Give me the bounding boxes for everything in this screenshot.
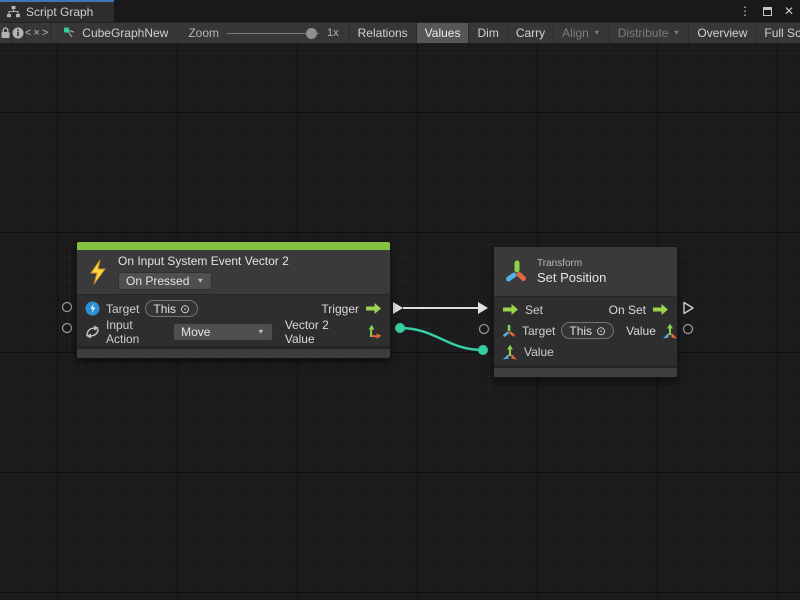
toolbar-button-carry[interactable]: Carry (508, 23, 554, 43)
info-button[interactable] (12, 23, 25, 43)
object-picker-icon: ⊙ (180, 302, 190, 316)
trigger-output-label: Trigger (321, 302, 359, 316)
vector2-icon (366, 324, 382, 340)
port-event-action-input[interactable] (63, 324, 72, 333)
graph-canvas[interactable]: On Input System Event Vector 2 On Presse… (0, 44, 800, 600)
vector3-icon (502, 344, 518, 360)
node-on-input-system-event[interactable]: On Input System Event Vector 2 On Presse… (76, 241, 391, 359)
node-set-position[interactable]: Transform Set Position Set On Set (493, 246, 678, 378)
chevron-down-icon: ▼ (593, 30, 601, 36)
edit-code-button[interactable]: <×> (25, 23, 51, 43)
port-value-input[interactable] (478, 345, 488, 355)
value-wire-vector2-to-value[interactable] (400, 328, 483, 350)
chevron-down-icon: ▼ (257, 328, 265, 334)
port-event-target-input[interactable] (63, 303, 72, 312)
toolbar-button-overview[interactable]: Overview (689, 23, 756, 43)
flow-arrow-icon (652, 303, 669, 316)
graph-hierarchy-icon (7, 6, 20, 18)
set-input-label: Set (525, 303, 543, 317)
target-label: Target (106, 302, 139, 316)
window-titlebar: Script Graph ⋮ ✕ (0, 0, 800, 22)
port-vector2-output[interactable] (395, 323, 405, 333)
zoom-slider-handle[interactable] (306, 28, 317, 39)
node-footer (494, 365, 677, 377)
chevron-down-icon: ▼ (672, 30, 680, 36)
value-input-label: Value (524, 345, 554, 359)
port-value-output[interactable] (684, 325, 693, 334)
toolbar-button-values[interactable]: Values (417, 23, 470, 43)
zoom-control: Zoom 1x (178, 23, 349, 43)
tab-title: Script Graph (26, 5, 93, 19)
tab-script-graph[interactable]: Script Graph (0, 0, 114, 22)
port-onset-output[interactable] (684, 303, 693, 314)
transform-mini-icon (502, 324, 516, 338)
player-input-icon (85, 301, 100, 316)
close-icon[interactable]: ✕ (784, 5, 794, 17)
zoom-label: Zoom (188, 26, 219, 40)
zoom-value: 1x (327, 27, 339, 39)
graph-name-label: CubeGraphNew (82, 26, 168, 40)
node-title: On Input System Event Vector 2 (118, 254, 289, 269)
node-category: Transform (537, 257, 606, 270)
more-menu-icon[interactable]: ⋮ (739, 5, 751, 17)
port-set-target-input[interactable] (480, 325, 489, 334)
object-picker-icon: ⊙ (596, 324, 606, 338)
lock-button[interactable] (0, 23, 12, 43)
toolbar-button-relations[interactable]: Relations (350, 23, 417, 43)
toolbar-button-align[interactable]: Align ▼ (554, 23, 610, 43)
graph-asset-icon (63, 27, 76, 39)
target-this-chip[interactable]: This ⊙ (145, 300, 198, 317)
node-title: Set Position (537, 270, 606, 286)
toolbar-button-distribute[interactable]: Distribute ▼ (610, 23, 690, 43)
lock-icon (0, 27, 11, 39)
target-label: Target (522, 324, 555, 338)
maximize-icon[interactable] (763, 7, 772, 16)
port-trigger-output[interactable] (393, 302, 403, 314)
graph-toolbar: <×> CubeGraphNew Zoom 1x Relations Value… (0, 22, 800, 44)
vector3-icon (662, 323, 678, 339)
value-output-label: Value (626, 324, 656, 338)
lightning-bolt-icon (87, 259, 109, 285)
flow-arrow-icon (502, 303, 519, 316)
graph-name-button[interactable]: CubeGraphNew (51, 23, 178, 43)
port-set-input[interactable] (478, 302, 488, 314)
toolbar-button-dim[interactable]: Dim (469, 23, 507, 43)
toolbar-button-fullscreen[interactable]: Full Screen (756, 23, 800, 43)
flow-arrow-icon (365, 302, 382, 315)
chevron-down-icon: ▼ (196, 278, 204, 284)
transform-icon (504, 259, 528, 285)
event-mode-dropdown[interactable]: On Pressed ▼ (118, 272, 212, 290)
event-accent-bar (77, 242, 390, 250)
zoom-slider[interactable] (227, 33, 319, 34)
node-footer (77, 346, 390, 358)
input-action-icon (85, 325, 100, 339)
input-action-label: Input Action (106, 318, 167, 346)
onset-output-label: On Set (609, 303, 646, 317)
target-this-chip[interactable]: This ⊙ (561, 322, 614, 339)
info-icon (12, 27, 24, 39)
input-action-dropdown[interactable]: Move ▼ (173, 323, 273, 341)
vector2-output-label: Vector 2 Value (285, 318, 360, 346)
